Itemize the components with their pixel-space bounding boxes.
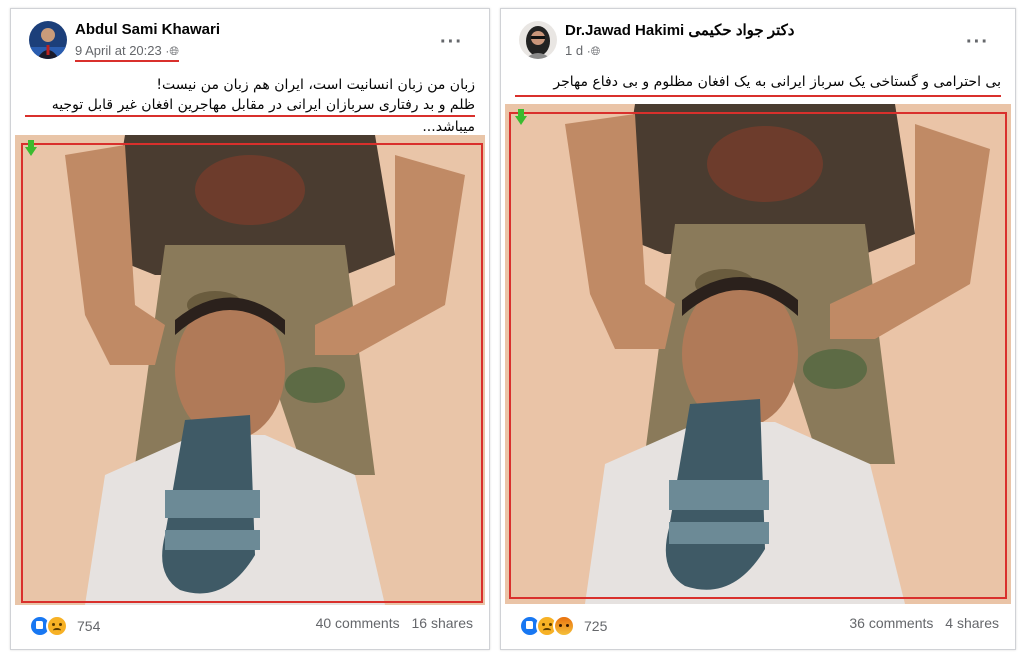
reaction-count: 725 bbox=[584, 618, 608, 634]
reactions-summary[interactable]: 754 bbox=[29, 615, 100, 637]
highlight-frame bbox=[21, 143, 483, 603]
post-header: Abdul Sami Khawari 9 April at 20:23 ·🌐︎ … bbox=[29, 19, 479, 65]
more-options-icon[interactable]: ··· bbox=[440, 31, 463, 54]
post-text-line: ظلم و بد رفتاری سربازان ایرانی در مقابل … bbox=[25, 95, 475, 117]
globe-icon: ·🌐︎ bbox=[586, 44, 601, 58]
globe-icon: ·🌐︎ bbox=[165, 44, 179, 58]
arrow-down-icon bbox=[25, 140, 37, 156]
timestamp-text[interactable]: 9 April at 20:23 bbox=[75, 43, 162, 58]
facebook-post-right: Dr.Jawad Hakimi دکتر جواد حکیمی 1 d ·🌐︎ … bbox=[500, 8, 1016, 650]
angry-reaction-icon bbox=[553, 615, 575, 637]
post-header: Dr.Jawad Hakimi دکتر جواد حکیمی 1 d ·🌐︎ … bbox=[519, 19, 1005, 65]
facebook-post-left: Abdul Sami Khawari 9 April at 20:23 ·🌐︎ … bbox=[10, 8, 490, 650]
post-timestamp[interactable]: 9 April at 20:23 ·🌐︎ bbox=[75, 43, 179, 62]
more-options-icon[interactable]: ··· bbox=[966, 31, 989, 54]
author-name[interactable]: Dr.Jawad Hakimi دکتر جواد حکیمی bbox=[565, 21, 795, 39]
timestamp-text[interactable]: 1 d bbox=[565, 43, 583, 58]
comments-link[interactable]: 36 comments bbox=[849, 615, 933, 631]
avatar[interactable] bbox=[519, 21, 557, 59]
engagement-stats: 36 comments 4 shares bbox=[841, 615, 999, 631]
post-photo[interactable] bbox=[505, 104, 1011, 604]
post-text-line: میباشد... bbox=[422, 119, 475, 135]
post-text-line: بی احترامی و گستاخی یک سرباز ایرانی به ی… bbox=[515, 71, 1001, 97]
post-photo[interactable] bbox=[15, 135, 485, 605]
arrow-down-icon bbox=[515, 109, 527, 125]
reaction-count: 754 bbox=[77, 618, 101, 634]
post-text: بی احترامی و گستاخی یک سرباز ایرانی به ی… bbox=[515, 71, 1001, 97]
post-text-line: زبان من زبان انسانیت است، ایران هم زبان … bbox=[156, 77, 475, 93]
shares-link[interactable]: 4 shares bbox=[945, 615, 999, 631]
reactions-summary[interactable]: 725 bbox=[519, 615, 607, 637]
engagement-stats: 40 comments 16 shares bbox=[308, 615, 473, 631]
comments-link[interactable]: 40 comments bbox=[316, 615, 400, 631]
sad-reaction-icon bbox=[46, 615, 68, 637]
author-name[interactable]: Abdul Sami Khawari bbox=[75, 21, 220, 38]
post-text: زبان من زبان انسانیت است، ایران هم زبان … bbox=[25, 75, 475, 137]
avatar[interactable] bbox=[29, 21, 67, 59]
post-timestamp[interactable]: 1 d ·🌐︎ bbox=[565, 43, 600, 59]
highlight-frame bbox=[509, 112, 1007, 599]
post-footer: 754 40 comments 16 shares bbox=[29, 613, 473, 637]
post-footer: 725 36 comments 4 shares bbox=[519, 613, 999, 637]
shares-link[interactable]: 16 shares bbox=[412, 615, 473, 631]
